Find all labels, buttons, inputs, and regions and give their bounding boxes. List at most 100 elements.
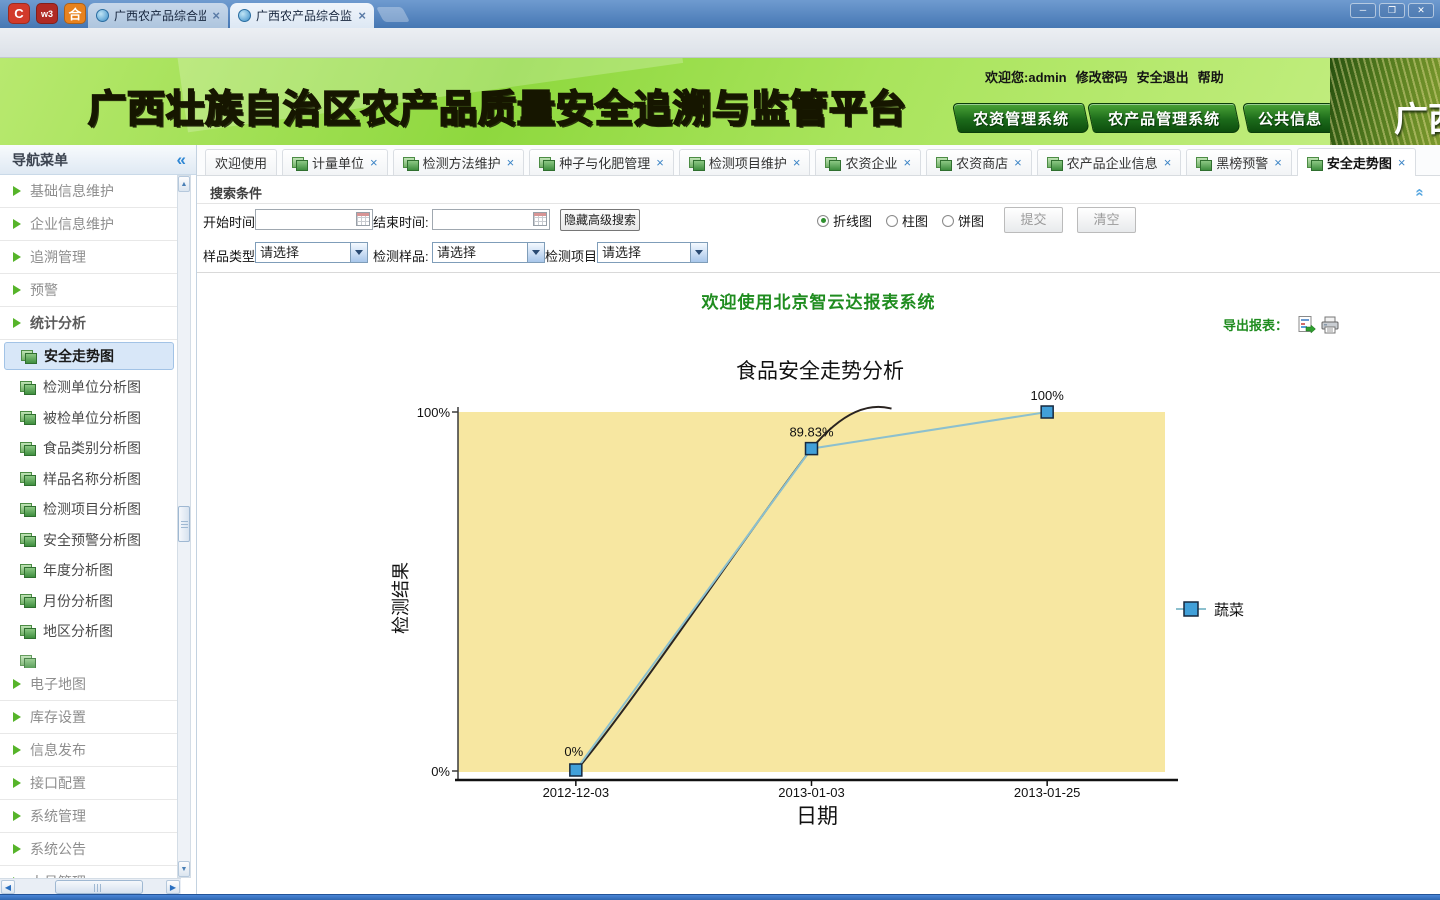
tab-close-icon[interactable]: × [1398, 155, 1406, 170]
sidebar-group[interactable]: 信息发布 [0, 734, 178, 767]
tab-close-icon[interactable]: × [1164, 155, 1172, 170]
sidebar-group-label: 追溯管理 [30, 247, 86, 267]
submit-button[interactable]: 提交 [1004, 207, 1063, 233]
tab-close-icon[interactable]: × [1274, 155, 1282, 170]
calendar-icon[interactable] [533, 212, 547, 226]
cube-icon [825, 157, 840, 169]
tab-黑榜预警[interactable]: 黑榜预警× [1186, 149, 1292, 175]
radio-label: 饼图 [958, 211, 984, 230]
dropdown-select[interactable]: 请选择 [597, 242, 708, 263]
tab-close-icon[interactable]: × [903, 155, 911, 170]
he-shortcut-icon[interactable]: 合 [64, 3, 86, 24]
sidebar-item[interactable]: 样品名称分析图 [0, 464, 178, 495]
sidebar-horizontal-scrollbar[interactable]: ◀ ▶ [0, 878, 181, 895]
excel-export-icon[interactable] [1298, 316, 1316, 334]
sidebar-item[interactable]: 年度分析图 [0, 555, 178, 586]
tab-close-icon[interactable]: × [1014, 155, 1022, 170]
tab-close-icon[interactable]: × [358, 8, 366, 23]
dropdown-arrow-icon[interactable] [350, 243, 367, 262]
clear-button[interactable]: 清空 [1077, 207, 1136, 233]
radio-option[interactable]: 柱图 [886, 211, 928, 230]
tab-close-icon[interactable]: × [656, 155, 664, 170]
close-button[interactable]: ✕ [1408, 3, 1434, 18]
sidebar-collapse-icon[interactable]: « [177, 153, 186, 167]
tab-close-icon[interactable]: × [507, 155, 515, 170]
radio-icon[interactable] [942, 215, 954, 227]
tab-close-icon[interactable]: × [793, 155, 801, 170]
system-button[interactable]: 公共信息 [1242, 103, 1338, 133]
tab-检测方法维护[interactable]: 检测方法维护× [393, 149, 525, 175]
sidebar-item-clipped[interactable] [0, 647, 178, 668]
radio-option[interactable]: 饼图 [942, 211, 984, 230]
sidebar-item[interactable]: 检测单位分析图 [0, 372, 178, 403]
tab-安全走势图[interactable]: 安全走势图× [1297, 148, 1416, 176]
sidebar-item[interactable]: 检测项目分析图 [0, 494, 178, 525]
sidebar-item[interactable]: 月份分析图 [0, 586, 178, 617]
system-button[interactable]: 农资管理系统 [952, 103, 1090, 133]
tab-计量单位[interactable]: 计量单位× [282, 149, 388, 175]
toggle-advanced-search-button[interactable]: 隐藏高级搜索 [560, 209, 640, 231]
radio-icon[interactable] [886, 215, 898, 227]
cube-icon [403, 157, 418, 169]
tab-农产品企业信息[interactable]: 农产品企业信息× [1037, 149, 1182, 175]
sidebar-group[interactable]: 预警 [0, 274, 178, 307]
browser-tab[interactable]: 广西农产品综合监管平台× [88, 3, 228, 28]
sidebar-group[interactable]: 追溯管理 [0, 241, 178, 274]
dropdown-select[interactable]: 请选择 [255, 242, 368, 263]
browser-tab[interactable]: 广西农产品综合监管平台× [230, 3, 374, 28]
tab-农资企业[interactable]: 农资企业× [815, 149, 921, 175]
system-button[interactable]: 农产品管理系统 [1087, 103, 1241, 133]
sidebar-group[interactable]: 库存设置 [0, 701, 178, 734]
sidebar-item[interactable]: 被检单位分析图 [0, 403, 178, 434]
browser-tab-strip: Cw3 合 广西农产品综合监管平台×广西农产品综合监管平台× ─ ❐ ✕ [0, 0, 1440, 28]
dropdown-arrow-icon[interactable] [527, 243, 544, 262]
new-tab-button[interactable] [376, 7, 410, 22]
sidebar-group[interactable]: 系统管理 [0, 800, 178, 833]
cube-icon [1307, 157, 1322, 169]
scroll-left-icon[interactable]: ◀ [1, 880, 15, 894]
triangle-icon [13, 745, 21, 755]
sidebar-item[interactable]: 食品类别分析图 [0, 433, 178, 464]
tab-农资商店[interactable]: 农资商店× [926, 149, 1032, 175]
tab-检测项目维护[interactable]: 检测项目维护× [679, 149, 811, 175]
cube-icon [1047, 157, 1062, 169]
sidebar-item[interactable]: 安全走势图 [4, 342, 174, 370]
sidebar-item[interactable]: 地区分析图 [0, 616, 178, 647]
dropdown-select[interactable]: 请选择 [432, 242, 545, 263]
sidebar-group[interactable]: 电子地图 [0, 668, 178, 701]
triangle-icon [13, 252, 21, 262]
radio-icon[interactable] [817, 215, 829, 227]
scrollbar-thumb[interactable] [55, 880, 143, 894]
sidebar-group[interactable]: 人员管理 [0, 866, 178, 879]
header-link[interactable]: 修改密码 [1076, 70, 1128, 85]
sidebar-item[interactable]: 安全预警分析图 [0, 525, 178, 556]
maximize-button[interactable]: ❐ [1379, 3, 1405, 18]
radio-option[interactable]: 折线图 [817, 211, 872, 230]
browser-logo-icon[interactable]: C [8, 3, 30, 24]
cube-icon [20, 472, 36, 485]
tab-close-icon[interactable]: × [212, 8, 220, 23]
dropdown-arrow-icon[interactable] [690, 243, 707, 262]
sidebar-group[interactable]: 统计分析 [0, 307, 178, 340]
scrollbar-thumb[interactable] [178, 506, 190, 542]
sidebar-group[interactable]: 系统公告 [0, 833, 178, 866]
tab-种子与化肥管理[interactable]: 种子与化肥管理× [529, 149, 674, 175]
radio-label: 柱图 [902, 211, 928, 230]
sidebar-group[interactable]: 企业信息维护 [0, 208, 178, 241]
scroll-down-icon[interactable]: ▼ [178, 861, 190, 877]
export-label: 导出报表： [1223, 315, 1288, 334]
tab-欢迎使用[interactable]: 欢迎使用 [205, 149, 277, 175]
minimize-button[interactable]: ─ [1350, 3, 1376, 18]
header-link[interactable]: 安全退出 [1137, 70, 1189, 85]
sidebar-group[interactable]: 接口配置 [0, 767, 178, 800]
print-icon[interactable] [1320, 316, 1340, 334]
sidebar-group[interactable]: 基础信息维护 [0, 175, 178, 208]
header-link[interactable]: 帮助 [1198, 70, 1224, 85]
w3-shortcut-icon[interactable]: w3 [36, 3, 58, 24]
tab-close-icon[interactable]: × [370, 155, 378, 170]
calendar-icon[interactable] [356, 212, 370, 226]
panel-collapse-icon[interactable]: « [1411, 188, 1428, 196]
scroll-up-icon[interactable]: ▲ [178, 176, 190, 192]
sidebar-vertical-scrollbar[interactable]: ▲ ▼ [177, 175, 191, 878]
scroll-right-icon[interactable]: ▶ [166, 880, 180, 894]
